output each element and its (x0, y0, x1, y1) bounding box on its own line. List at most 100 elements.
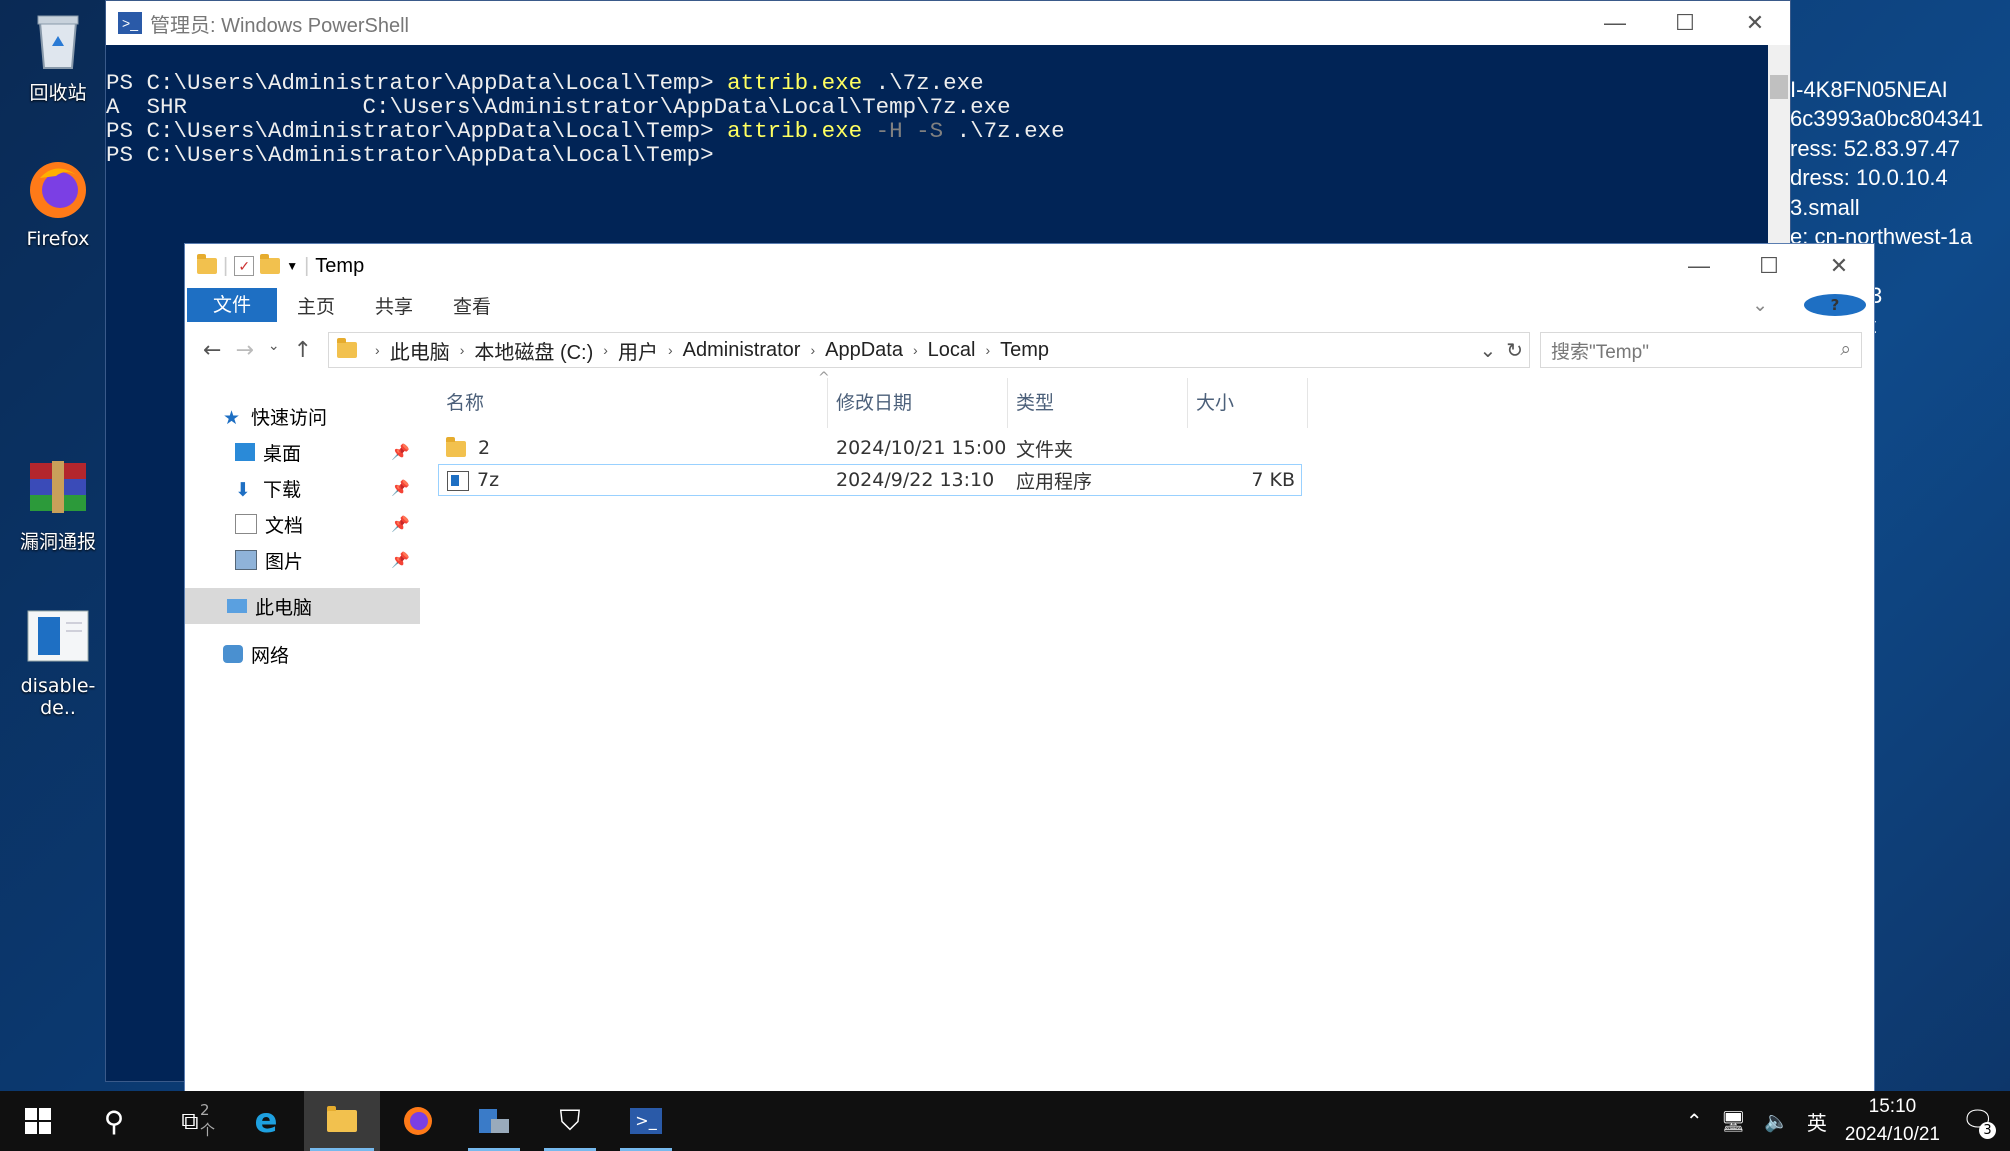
powershell-icon: >_ (118, 12, 142, 34)
system-tray: ⌃ 🖥 🔈 英 15:10 2024/10/21 🗨 3 (1686, 1093, 2010, 1149)
up-arrow-icon[interactable]: ↑ (294, 338, 312, 363)
powershell-icon: >_ (630, 1108, 662, 1134)
navigation-pane: ★ 快速访问 桌面 📌 ⬇ 下载 📌 文档 📌 图片 📌 此电脑 网络 (185, 378, 420, 1104)
tab-home[interactable]: 主页 (277, 292, 355, 319)
taskbar-security[interactable]: ⛉ (532, 1091, 608, 1151)
breadcrumb-item[interactable]: Administrator (683, 339, 801, 362)
desktop-icon-label: 漏洞通报 (19, 531, 96, 553)
maximize-button[interactable]: ☐ (1650, 10, 1720, 36)
sidebar-item-this-pc[interactable]: 此电脑 (185, 588, 420, 624)
ribbon-tabs: 文件 主页 共享 查看 ⌄ ? (185, 288, 1874, 322)
breadcrumb-item[interactable]: 用户 (618, 336, 658, 365)
breadcrumb-item[interactable]: Temp (1000, 339, 1049, 362)
breadcrumb-chevron-icon: › (375, 342, 380, 358)
taskbar-ie[interactable]: e (228, 1091, 304, 1151)
column-header-name[interactable]: 名称 (438, 378, 828, 428)
column-header-type[interactable]: 类型 (1008, 378, 1188, 428)
task-view-button[interactable]: ⧉ 2 个 (152, 1091, 228, 1151)
desktop-icon-winrar[interactable]: 漏洞通报 (4, 457, 112, 554)
sidebar-item-documents[interactable]: 文档 📌 (185, 506, 420, 542)
column-headers: 名称 修改日期 类型 大小 (438, 378, 1874, 428)
tab-share[interactable]: 共享 (355, 292, 433, 319)
search-icon[interactable]: ⌕ (1840, 339, 1851, 361)
network-icon[interactable]: 🖥 (1721, 1109, 1746, 1133)
folder-icon (446, 436, 466, 457)
new-folder-icon[interactable] (260, 254, 281, 274)
search-input[interactable]: 搜索"Temp" ⌕ (1540, 332, 1862, 368)
console-line: A SHR C:\Users\Administrator\AppData\Loc… (106, 94, 1011, 120)
server-manager-icon (479, 1109, 509, 1133)
desktop-icon-label: 回收站 (29, 82, 87, 104)
pin-icon[interactable]: 📌 (391, 551, 410, 569)
explorer-status-text: 2 个 (200, 1101, 216, 1139)
recent-chevron-icon[interactable]: ⌄ (268, 338, 280, 363)
internet-explorer-icon: e (254, 1101, 278, 1141)
tab-file[interactable]: 文件 (187, 288, 278, 322)
sidebar-item-pictures[interactable]: 图片 📌 (185, 542, 420, 578)
pin-icon[interactable]: 📌 (391, 515, 410, 533)
taskbar: ⚲ ⧉ 2 个 e ⛉ >_ ⌃ 🖥 🔈 英 15:10 2024/10/21 … (0, 1091, 2010, 1151)
notification-count: 3 (1979, 1122, 1996, 1139)
chevron-up-icon[interactable]: ⌃ (1686, 1109, 1703, 1133)
close-button[interactable]: ✕ (1804, 253, 1874, 279)
breadcrumb-item[interactable]: AppData (825, 339, 903, 362)
breadcrumb-item[interactable]: Local (928, 339, 976, 362)
address-dropdown-icon[interactable]: ⌄ (1479, 338, 1496, 363)
sidebar-item-desktop[interactable]: 桌面 📌 (185, 434, 420, 470)
desktop-icon-recycle-bin[interactable]: 回收站 (4, 8, 112, 105)
start-button[interactable] (0, 1091, 76, 1151)
file-row-selected[interactable]: 7z 2024/9/22 13:10 应用程序 7 KB (438, 464, 1302, 496)
address-bar[interactable]: › 此电脑 › 本地磁盘 (C:) › 用户 › Administrator › App… (328, 332, 1530, 368)
folder-icon (197, 254, 217, 274)
back-arrow-icon[interactable]: ← (203, 338, 221, 363)
sidebar-item-downloads[interactable]: ⬇ 下载 📌 (185, 470, 420, 506)
winrar-icon (26, 457, 90, 521)
folder-icon (337, 338, 358, 358)
taskbar-powershell[interactable]: >_ (608, 1091, 684, 1151)
search-button[interactable]: ⚲ (76, 1091, 152, 1151)
column-header-size[interactable]: 大小 (1188, 378, 1308, 428)
sidebar-item-network[interactable]: 网络 (185, 636, 420, 672)
pin-icon[interactable]: 📌 (391, 479, 410, 497)
task-view-icon: ⧉ (181, 1107, 199, 1135)
action-center-button[interactable]: 🗨 3 (1958, 1101, 1998, 1141)
properties-icon[interactable]: ✓ (234, 256, 255, 276)
ime-indicator[interactable]: 英 (1807, 1107, 1827, 1136)
close-button[interactable]: ✕ (1720, 10, 1790, 36)
navigation-bar: ← → ⌄ ↑ › 此电脑 › 本地磁盘 (C:) › 用户 › Administra… (185, 322, 1874, 378)
minimize-button[interactable]: — (1580, 10, 1650, 36)
pin-icon[interactable]: 📌 (391, 443, 410, 461)
breadcrumb-item[interactable]: 此电脑 (390, 336, 450, 365)
star-icon: ★ (223, 407, 241, 429)
taskbar-firefox[interactable] (380, 1091, 456, 1151)
breadcrumb-item[interactable]: 本地磁盘 (C:) (474, 336, 593, 365)
sort-indicator-icon: ^ (818, 370, 830, 386)
computer-icon (227, 599, 247, 613)
console-output[interactable]: PS C:\Users\Administrator\AppData\Local\… (106, 45, 1790, 215)
clock[interactable]: 15:10 2024/10/21 (1845, 1093, 1940, 1149)
help-icon[interactable]: ? (1804, 294, 1866, 316)
windows-logo-icon (25, 1108, 51, 1134)
taskbar-file-explorer[interactable] (304, 1091, 380, 1151)
file-row[interactable]: 2 2024/10/21 15:00 文件夹 (438, 432, 1874, 464)
forward-arrow-icon[interactable]: → (235, 338, 253, 363)
maximize-button[interactable]: ☐ (1734, 253, 1804, 279)
scrollbar-thumb[interactable] (1770, 75, 1788, 99)
tab-view[interactable]: 查看 (433, 292, 511, 319)
sidebar-item-quick-access[interactable]: ★ 快速访问 (185, 398, 420, 434)
expand-ribbon-icon[interactable]: ⌄ (1732, 294, 1788, 316)
volume-muted-icon[interactable]: 🔈 (1764, 1109, 1789, 1133)
refresh-icon[interactable]: ↻ (1506, 338, 1523, 363)
console-line: PS C:\Users\Administrator\AppData\Local\… (106, 142, 714, 168)
taskbar-server-manager[interactable] (456, 1091, 532, 1151)
clock-time: 15:10 (1868, 1096, 1917, 1117)
explorer-titlebar[interactable]: | ✓ ▼ | Temp — ☐ ✕ (185, 244, 1874, 288)
minimize-button[interactable]: — (1664, 253, 1734, 279)
column-header-date[interactable]: 修改日期 (828, 378, 1008, 428)
chevron-down-icon[interactable]: ▼ (286, 259, 298, 273)
desktop-icon-label: disable-de.. (20, 675, 96, 719)
powershell-titlebar[interactable]: >_ 管理员: Windows PowerShell — ☐ ✕ (106, 1, 1790, 45)
desktop-icon-document[interactable]: disable-de.. (4, 605, 112, 719)
explorer-window[interactable]: | ✓ ▼ | Temp — ☐ ✕ 文件 主页 共享 查看 ⌄ ? ← → ⌄… (184, 243, 1875, 1105)
desktop-icon-firefox[interactable]: Firefox (4, 158, 112, 250)
